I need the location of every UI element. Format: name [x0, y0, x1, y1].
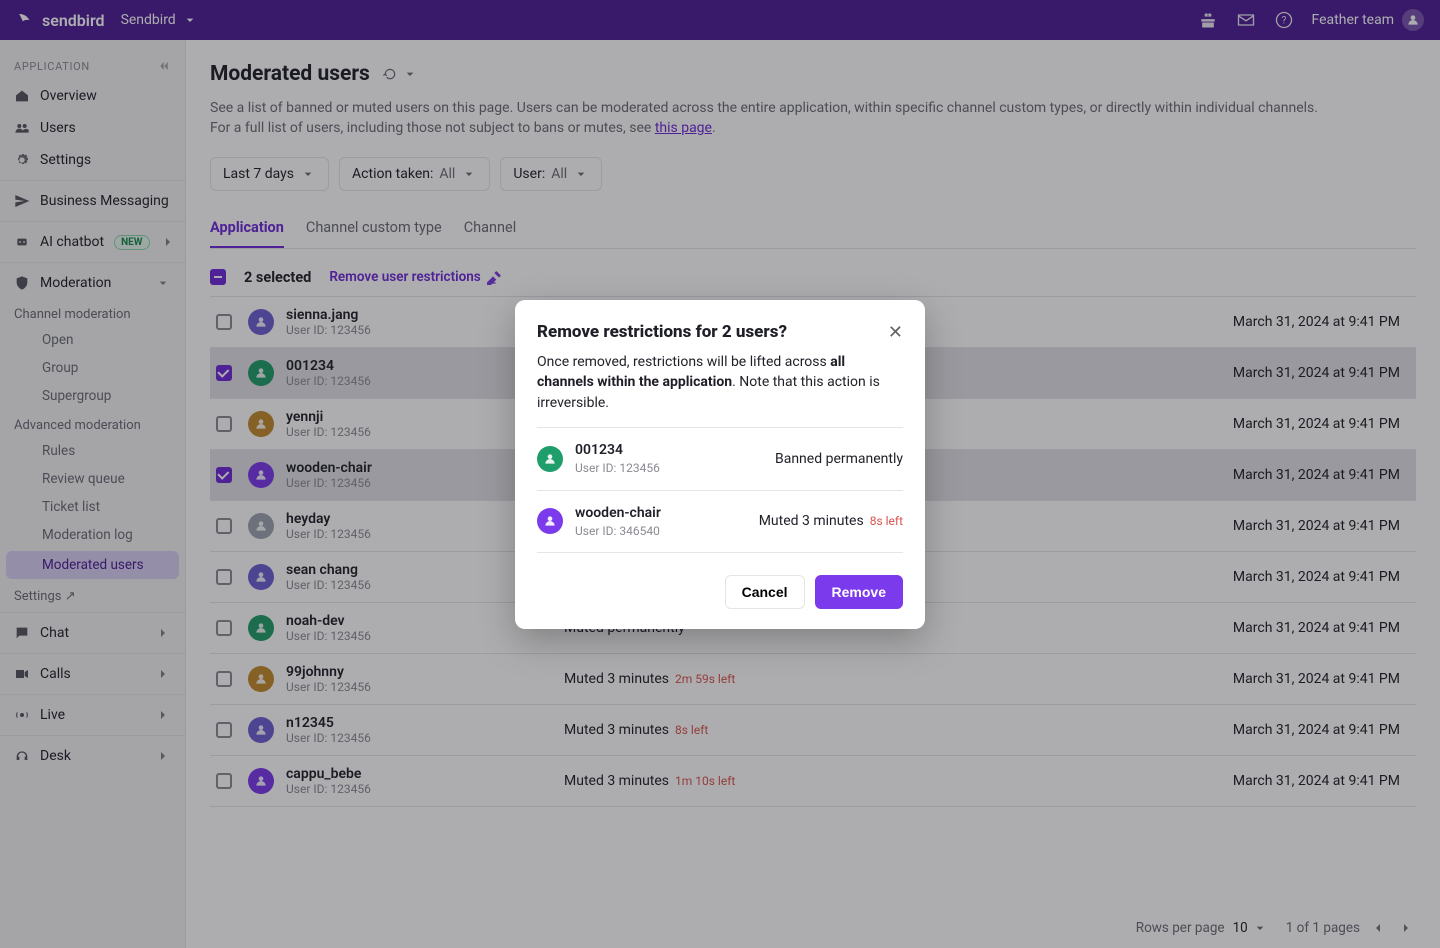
close-icon[interactable]: ✕	[888, 322, 903, 343]
user-id: User ID: 123456	[575, 460, 763, 477]
restriction-status: Banned permanently	[775, 449, 903, 469]
remove-button[interactable]: Remove	[815, 575, 903, 609]
modal-body: Once removed, restrictions will be lifte…	[537, 352, 903, 553]
modal-scrim[interactable]: Remove restrictions for 2 users? ✕ Once …	[0, 0, 1440, 948]
user-avatar	[537, 508, 563, 534]
user-name: 001234	[575, 440, 763, 460]
user-name: wooden-chair	[575, 503, 747, 523]
cancel-button[interactable]: Cancel	[725, 575, 805, 609]
modal-text-a: Once removed, restrictions will be lifte…	[537, 354, 830, 370]
modal-user-row: wooden-chairUser ID: 346540 Muted 3 minut…	[537, 491, 903, 554]
user-avatar	[537, 446, 563, 472]
modal-title: Remove restrictions for 2 users?	[537, 322, 787, 342]
restriction-status: Muted 3 minutes8s left	[759, 511, 903, 531]
modal-user-row: 001234User ID: 123456 Banned permanently	[537, 428, 903, 491]
modal-user-list: 001234User ID: 123456 Banned permanently w…	[537, 427, 903, 553]
remove-restrictions-modal: Remove restrictions for 2 users? ✕ Once …	[515, 300, 925, 629]
user-id: User ID: 346540	[575, 523, 747, 540]
time-left: 8s left	[870, 514, 903, 528]
